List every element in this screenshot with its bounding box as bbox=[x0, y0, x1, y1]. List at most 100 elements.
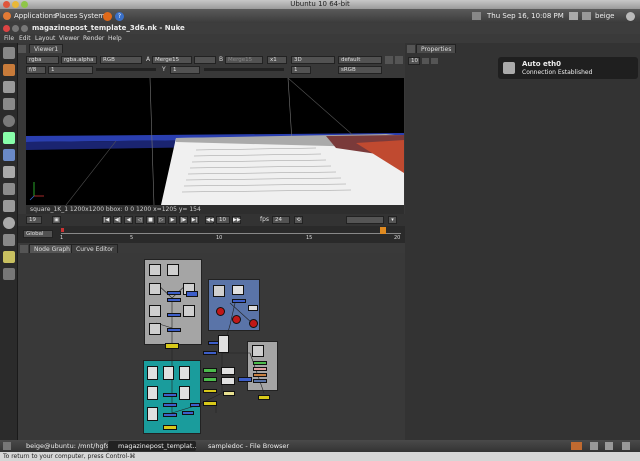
help-icon[interactable]: ? bbox=[115, 12, 124, 21]
merge-node[interactable] bbox=[167, 298, 181, 302]
viewer-canvas[interactable] bbox=[26, 78, 404, 205]
3d-tool-icon[interactable] bbox=[3, 200, 15, 212]
mail-icon[interactable] bbox=[472, 12, 481, 20]
lut-dropdown[interactable]: default bbox=[338, 56, 382, 64]
step-field[interactable]: 10 bbox=[216, 216, 230, 224]
frame-field[interactable]: 19 bbox=[26, 216, 42, 224]
loop-icon[interactable]: ⟲ bbox=[294, 216, 303, 224]
ubuntu-logo-icon[interactable] bbox=[3, 12, 11, 20]
panel-menu-icon[interactable] bbox=[407, 45, 415, 53]
first-frame-button[interactable]: |◀ bbox=[102, 216, 111, 224]
read-node[interactable] bbox=[163, 366, 174, 380]
read-node[interactable] bbox=[147, 407, 158, 421]
read-node[interactable] bbox=[147, 366, 158, 380]
merge-node[interactable] bbox=[190, 403, 200, 407]
wipe-dropdown[interactable] bbox=[194, 56, 216, 64]
display-lut-dropdown[interactable]: sRGB bbox=[338, 66, 382, 74]
prev-keyframe-button[interactable]: ◀| bbox=[113, 216, 122, 224]
grade-node[interactable] bbox=[203, 377, 217, 382]
clock[interactable]: Thu Sep 16, 10:08 PM bbox=[487, 9, 564, 23]
write-node[interactable] bbox=[223, 391, 235, 396]
close-app-icon[interactable] bbox=[3, 25, 10, 32]
viewer-node[interactable] bbox=[165, 343, 179, 349]
max-panels-field[interactable]: 10 bbox=[408, 57, 420, 65]
panel-menu-icon[interactable] bbox=[18, 45, 26, 53]
alpha-dropdown[interactable]: rgba.alpha bbox=[61, 56, 97, 64]
task-file-browser[interactable]: sampledoc - File Browser bbox=[198, 441, 318, 451]
read-node[interactable] bbox=[149, 264, 161, 276]
read-node[interactable] bbox=[213, 285, 225, 297]
merge-node[interactable] bbox=[167, 291, 181, 295]
panel-menu-icon[interactable] bbox=[20, 245, 28, 253]
network-notification[interactable]: Auto eth0 Connection Established bbox=[498, 57, 638, 79]
firefox-icon[interactable] bbox=[103, 12, 112, 21]
close-window-icon[interactable] bbox=[3, 1, 10, 8]
read-node[interactable] bbox=[183, 305, 195, 317]
merge-node[interactable] bbox=[163, 393, 177, 397]
read-node[interactable] bbox=[179, 366, 190, 380]
card-node[interactable] bbox=[248, 305, 258, 311]
read-node[interactable] bbox=[179, 386, 190, 400]
merge-tool-icon[interactable] bbox=[3, 166, 15, 178]
transform-node[interactable] bbox=[253, 379, 267, 383]
network-icon[interactable] bbox=[569, 12, 578, 20]
clear-properties-icon[interactable] bbox=[431, 58, 438, 64]
trash-icon[interactable] bbox=[571, 442, 582, 450]
next-frame-button[interactable]: ▷ bbox=[157, 216, 166, 224]
viewer-node[interactable] bbox=[258, 395, 270, 400]
show-desktop-icon[interactable] bbox=[3, 442, 11, 450]
read-node[interactable] bbox=[232, 285, 244, 295]
switch-node[interactable] bbox=[221, 367, 235, 375]
tab-node-graph[interactable]: Node Graph bbox=[29, 244, 75, 253]
user-name[interactable]: beige bbox=[595, 9, 614, 23]
blur-node[interactable] bbox=[253, 373, 267, 377]
play-forward-button[interactable]: ▶ bbox=[168, 216, 177, 224]
transform-node[interactable] bbox=[182, 411, 194, 415]
colorcorrect-node[interactable] bbox=[253, 367, 267, 371]
volume-icon[interactable] bbox=[582, 12, 591, 20]
transform-tool-icon[interactable] bbox=[3, 183, 15, 195]
tab-curve-editor[interactable]: Curve Editor bbox=[71, 244, 119, 253]
power-icon[interactable] bbox=[626, 12, 635, 21]
read-node[interactable] bbox=[252, 345, 264, 357]
workspace-icon[interactable] bbox=[590, 442, 598, 450]
merge-node[interactable] bbox=[167, 328, 181, 332]
keyer-tool-icon[interactable] bbox=[3, 149, 15, 161]
playback-range-field[interactable] bbox=[346, 216, 384, 224]
merge-node[interactable] bbox=[203, 351, 217, 355]
zoom-dropdown[interactable]: x1 bbox=[267, 56, 287, 64]
viewer-node[interactable] bbox=[203, 389, 217, 393]
task-nuke[interactable]: magazinepost_templat... bbox=[108, 441, 196, 451]
image-tool-icon[interactable] bbox=[3, 47, 15, 59]
in-point-marker[interactable] bbox=[61, 228, 64, 232]
render-node[interactable] bbox=[249, 319, 258, 328]
scene-node[interactable] bbox=[232, 315, 241, 324]
play-backward-button[interactable]: ◀ bbox=[124, 216, 133, 224]
lock-range-icon[interactable]: ▣ bbox=[52, 216, 61, 224]
read-node[interactable] bbox=[149, 323, 161, 335]
gain-slider[interactable] bbox=[96, 68, 156, 71]
other-tool-icon[interactable] bbox=[3, 234, 15, 246]
system-menu[interactable]: System bbox=[79, 9, 105, 23]
workspace-icon[interactable] bbox=[622, 442, 630, 450]
viewer-lock-icon[interactable] bbox=[395, 56, 403, 64]
places-menu[interactable]: Places bbox=[55, 9, 77, 23]
fps-field[interactable]: 24 bbox=[272, 216, 290, 224]
merge-node[interactable] bbox=[163, 403, 177, 407]
step-back-button[interactable]: ◀◀ bbox=[205, 216, 214, 224]
time-tool-icon[interactable] bbox=[3, 81, 15, 93]
viewer-node[interactable] bbox=[203, 401, 217, 406]
camera-node[interactable] bbox=[216, 307, 225, 316]
viewer-tool-icon[interactable] bbox=[3, 217, 15, 229]
timeline-track[interactable] bbox=[61, 233, 401, 234]
filter-tool-icon[interactable] bbox=[3, 132, 15, 144]
gain-field[interactable]: 1 bbox=[48, 66, 93, 74]
b-input-dropdown[interactable]: Merge15 bbox=[225, 56, 263, 64]
range-mode-dropdown[interactable]: Global bbox=[23, 230, 53, 238]
color-tool-icon[interactable] bbox=[3, 115, 15, 127]
exposure-field[interactable]: 1 bbox=[291, 66, 311, 74]
last-frame-button[interactable]: ▶| bbox=[190, 216, 199, 224]
prev-frame-button[interactable]: ◁ bbox=[135, 216, 144, 224]
tab-viewer1[interactable]: Viewer1 bbox=[29, 44, 64, 53]
channel-tool-icon[interactable] bbox=[3, 98, 15, 110]
